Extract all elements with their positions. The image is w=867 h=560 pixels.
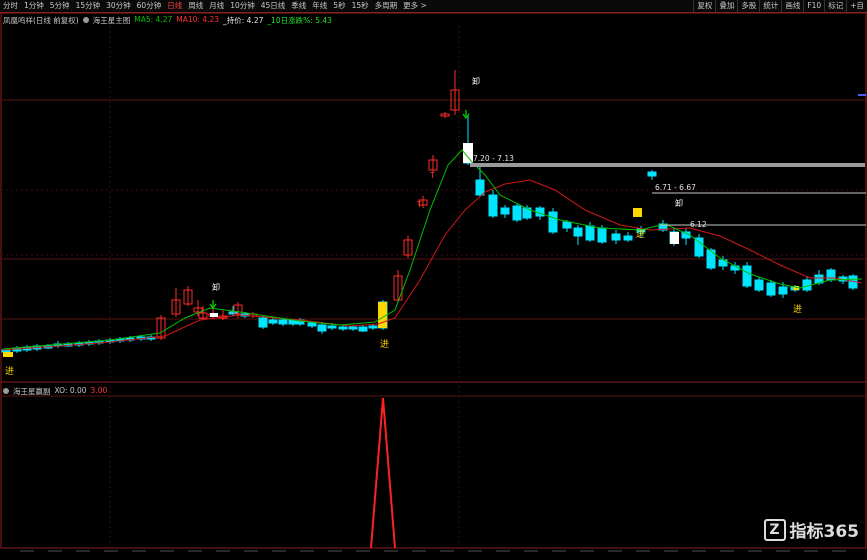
resistance-bar bbox=[470, 163, 865, 167]
watermark-text: 指标365 bbox=[789, 522, 860, 542]
watermark-logo: Z bbox=[763, 518, 786, 541]
candle-body bbox=[778, 286, 788, 295]
candle-body bbox=[597, 227, 607, 243]
yellow-signal-bar bbox=[378, 302, 387, 328]
candle-body bbox=[488, 194, 498, 217]
candle-body bbox=[611, 233, 621, 241]
yellow-square bbox=[633, 208, 642, 217]
watermark: Z 指标365 bbox=[763, 517, 860, 542]
candle-body bbox=[500, 207, 510, 215]
sell-marker: 卸 bbox=[472, 76, 480, 86]
candle-body bbox=[742, 265, 752, 287]
chart-frame bbox=[0, 12, 867, 549]
candle-body bbox=[268, 319, 278, 324]
candle-body bbox=[694, 237, 704, 257]
range-label: 7.20 - 7.13 bbox=[473, 154, 514, 163]
candle-body bbox=[348, 326, 358, 330]
candle-body bbox=[647, 171, 657, 177]
candle-body bbox=[368, 325, 378, 329]
candle-body bbox=[548, 211, 558, 233]
buy-marker: 进 bbox=[5, 366, 14, 377]
candle-body bbox=[327, 325, 337, 329]
candle-body bbox=[766, 282, 776, 296]
buy-marker: 进 bbox=[793, 304, 802, 315]
sell-marker: 卸 bbox=[675, 198, 683, 208]
candle-body bbox=[512, 205, 522, 221]
white-candle bbox=[670, 232, 679, 244]
candle-body bbox=[307, 322, 317, 327]
buy-marker: 进 bbox=[636, 229, 645, 240]
candle-body bbox=[573, 227, 583, 237]
candle-body bbox=[278, 319, 288, 325]
candle-body bbox=[562, 221, 572, 229]
candle-body bbox=[358, 326, 368, 332]
white-candle bbox=[210, 313, 218, 317]
range-label: 6.71 - 6.67 bbox=[655, 183, 696, 192]
range-label: 6.12 bbox=[690, 220, 707, 229]
sub-indicator-spike bbox=[370, 397, 396, 549]
top-marker: T bbox=[429, 171, 435, 180]
candle-body bbox=[754, 279, 764, 291]
buy-marker: 进 bbox=[380, 339, 389, 350]
yellow-signal-bar bbox=[3, 352, 13, 357]
sell-marker: 卸 bbox=[212, 282, 220, 292]
candle-body bbox=[338, 326, 348, 330]
candle-body bbox=[475, 179, 485, 196]
candle-body bbox=[317, 324, 327, 332]
kline-chart[interactable]: 7.20 - 7.136.71 - 6.676.12卸卸卸进进进进TT bbox=[0, 0, 867, 560]
top-marker: T bbox=[416, 200, 422, 209]
candle-body bbox=[585, 225, 595, 241]
candle-body bbox=[258, 317, 268, 328]
candle-body bbox=[623, 235, 633, 241]
